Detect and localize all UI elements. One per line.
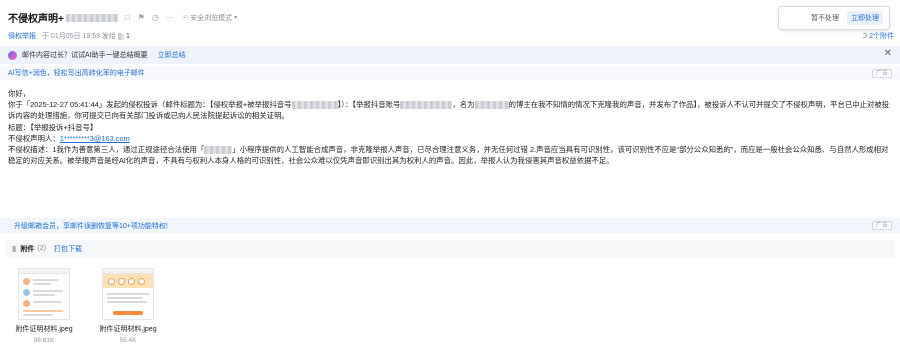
- attachment-icon: ▮: [12, 244, 17, 253]
- attachment-item[interactable]: 附件证明材料.jpeg 59.4K: [98, 268, 158, 344]
- sent-time: 于 01月05日 19:53 发给: [42, 33, 116, 40]
- download-all-button[interactable]: 打包下载: [54, 244, 82, 254]
- ai-summary-button[interactable]: 立即总结: [158, 50, 186, 60]
- ai-prompt-text: 邮件内容过长？试试AI助手一键总结概要: [22, 52, 148, 59]
- recipient-count[interactable]: 1: [126, 33, 130, 40]
- redacted-recipient: [117, 32, 124, 40]
- flag-icon[interactable]: ⚑: [137, 13, 146, 22]
- subject-row: 不侵权声明+ □ ⚑ ◷ ⋯ ☉ 安全浏览模式 ▾: [8, 10, 237, 25]
- ai-summary-banner: 邮件内容过长？试试AI助手一键总结概要 立即总结 ✕: [0, 46, 900, 64]
- ai-assistant-icon: [8, 50, 17, 60]
- declarant-line: 不侵权声明人：1*********3@163.com: [8, 133, 892, 144]
- body-text: ，名为: [452, 100, 475, 110]
- attachment-count-label: 2个附件: [869, 33, 894, 40]
- paperclip-icon: ℑ: [862, 33, 868, 40]
- attachments-count: (2): [37, 245, 46, 252]
- redacted-name: [474, 101, 509, 110]
- ai-write-promo[interactable]: AI写信+润色，轻松写出高转化率的电子邮件 广告: [0, 66, 900, 80]
- declarant-email[interactable]: 1*********3@163.com: [60, 134, 130, 143]
- body-text: 你于「2025-12-27 05:41:44」发起的侵权投诉（邮件标题为：【侵权…: [8, 100, 292, 110]
- ad-tag: 广告: [871, 221, 892, 230]
- handle-actions: 暂不处理 立即处理: [778, 6, 890, 30]
- clock-icon[interactable]: ◷: [151, 13, 160, 22]
- bookmark-icon[interactable]: □: [123, 13, 132, 22]
- attachment-thumbnail[interactable]: [102, 268, 154, 320]
- handle-now-button[interactable]: 立即处理: [847, 11, 883, 25]
- declaration-description: 不侵权描述：1我作为善意第三人，通过正规途径合法使用「 」小程序提供的人工智能合成…: [8, 144, 892, 166]
- mail-subject: 不侵权声明+: [8, 14, 64, 25]
- attachment-name: 附件证明材料.jpeg: [15, 326, 73, 333]
- shield-icon: ☉: [181, 14, 189, 22]
- greeting: 你好，: [8, 89, 31, 98]
- desc-label: 不侵权描述：: [8, 145, 53, 155]
- more-icon[interactable]: ⋯: [165, 13, 174, 22]
- attachment-count-link[interactable]: ℑ 2个附件: [862, 31, 894, 41]
- redacted-account: [291, 101, 338, 110]
- attachment-item[interactable]: 附件证明材料.jpeg 98.61K: [14, 268, 74, 344]
- attachment-size: 98.61K: [33, 337, 55, 344]
- sender-meta: 侵权举报 于 01月05日 19:53 发给 1: [8, 31, 130, 41]
- redacted-text: [65, 13, 118, 22]
- close-icon[interactable]: ✕: [884, 49, 892, 59]
- mail-body: 你好， 你于「2025-12-27 05:41:44」发起的侵权投诉（邮件标题为…: [8, 88, 892, 166]
- declarant-label: 不侵权声明人：: [8, 133, 60, 143]
- vip-text: 升级邮箱会员，享邮件误删恢复等10+项功能特权!: [14, 222, 168, 230]
- attachment-size: 59.4K: [119, 337, 137, 344]
- promo-text: AI写信+润色，轻松写出高转化率的电子邮件: [8, 70, 145, 77]
- attachment-name: 附件证明材料.jpeg: [99, 326, 157, 333]
- safe-mode-label: 安全浏览模式: [190, 14, 233, 22]
- attachments-title: 附件: [20, 245, 35, 253]
- body-text: 】）：【举报抖音账号: [337, 100, 401, 110]
- ad-tag: 广告: [871, 68, 892, 78]
- not-handle-button[interactable]: 暂不处理: [811, 13, 839, 23]
- attachments-header: ▮ 附件 (2) 打包下载: [6, 240, 894, 257]
- mail-header: 不侵权声明+ □ ⚑ ◷ ⋯ ☉ 安全浏览模式 ▾ 侵权举报 于 01月05日 …: [0, 0, 900, 44]
- body-paragraph-1: 你于「2025-12-27 05:41:44」发起的侵权投诉（邮件标题为：【侵权…: [8, 99, 892, 121]
- redacted-app-name: [204, 146, 233, 155]
- sender-name[interactable]: 侵权举报: [8, 31, 36, 41]
- chevron-down-icon: ▾: [234, 15, 238, 21]
- vip-upgrade-banner[interactable]: 升级邮箱会员，享邮件误删恢复等10+项功能特权! 广告: [0, 218, 900, 233]
- redacted-account: [400, 101, 453, 110]
- body-text: 1我作为善意第三人，通过正规途径合法使用「: [52, 145, 205, 155]
- complaint-title: 标题：【举报投诉+抖音号】: [8, 122, 98, 132]
- safe-mode-toggle[interactable]: ☉ 安全浏览模式 ▾: [182, 13, 237, 23]
- attachment-thumbnail[interactable]: [18, 268, 70, 320]
